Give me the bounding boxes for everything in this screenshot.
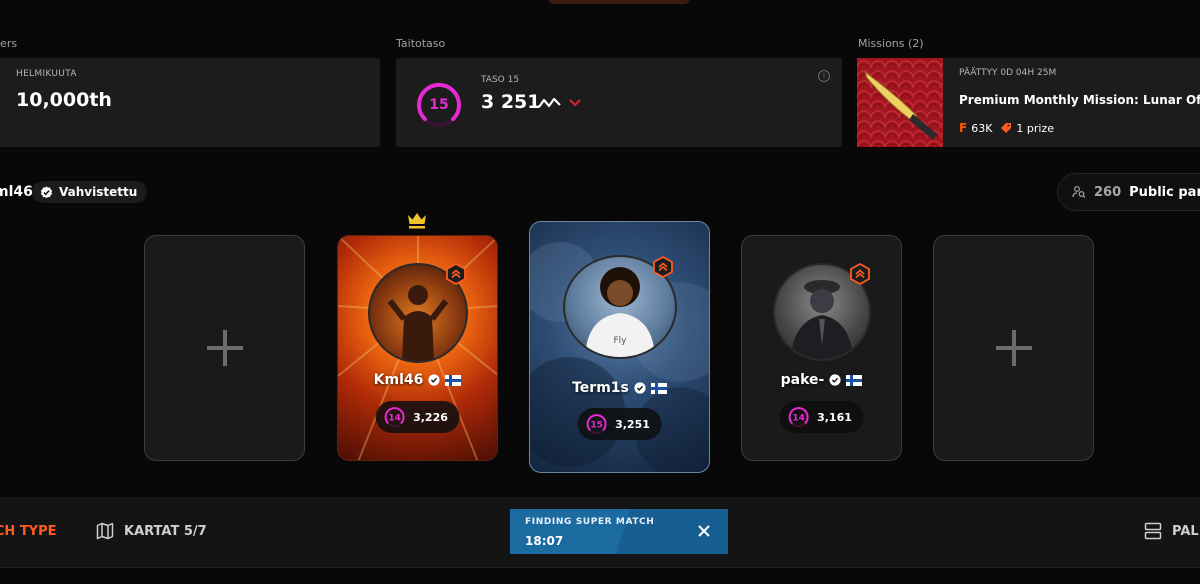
search-people-icon	[1072, 185, 1086, 198]
ladder-rank-card[interactable]: HELMIKUUTA 10,000th	[0, 58, 380, 147]
public-party-button[interactable]: 260 Public party	[1057, 173, 1200, 211]
finland-flag-icon	[846, 374, 863, 386]
player-level-3: 14	[792, 414, 805, 424]
plus-icon	[206, 330, 243, 366]
missions-section-label: Missions (2)	[858, 37, 924, 50]
player-skill-pill-1: 14 3,226	[375, 401, 460, 433]
player-name-row-1: Kml46	[338, 372, 497, 388]
player-card-2[interactable]: Fly Term1s 15 3,251	[529, 221, 710, 473]
ladders-section-label: lers	[0, 37, 18, 50]
tag-icon	[1001, 123, 1012, 133]
player-name-3[interactable]: pake-	[781, 372, 825, 388]
top-banner-pill	[548, 0, 690, 4]
level-ring-icon: 15	[586, 414, 607, 434]
rank-hex-icon	[446, 263, 466, 285]
level-ring-icon: 14	[384, 407, 405, 427]
player-elo-1: 3,226	[413, 410, 448, 424]
skill-level-card[interactable]: 15 TASO 15 3 251 i	[396, 58, 842, 147]
tab-server-label: PAL	[1172, 523, 1199, 539]
party-leader-name: ml46	[0, 184, 33, 200]
finding-match-label: FINDING SUPER MATCH	[525, 517, 655, 527]
tab-maps-label: KARTAT 5/7	[124, 523, 207, 539]
info-icon[interactable]: i	[818, 70, 830, 82]
rank-hex-icon	[850, 263, 870, 285]
mission-ends-label: PÄÄTTYY 0D 04H 25M	[959, 68, 1057, 78]
ladder-month-label: HELMIKUUTA	[16, 69, 77, 79]
verified-badge: Vahvistettu	[32, 181, 148, 203]
player-card-1[interactable]: Kml46 14 3,226	[337, 235, 498, 461]
server-icon	[1144, 522, 1162, 540]
verified-icon	[40, 185, 53, 198]
ladder-rank-value: 10,000th	[16, 89, 112, 111]
svg-text:Fly: Fly	[613, 336, 627, 346]
tab-match-type[interactable]: TCH TYPE	[0, 524, 57, 539]
verified-icon	[829, 374, 841, 386]
mission-card[interactable]: PÄÄTTYY 0D 04H 25M Premium Monthly Missi…	[857, 58, 1200, 147]
player-name-row-2: Term1s	[530, 380, 709, 396]
tab-server[interactable]: PAL	[1144, 522, 1199, 540]
player-elo-2: 3,251	[615, 417, 650, 431]
close-icon[interactable]	[696, 523, 712, 539]
finding-match-timer: 18:07	[525, 534, 564, 548]
verified-label: Vahvistettu	[59, 185, 138, 199]
map-icon	[96, 522, 114, 540]
skill-section-label: Taitotaso	[396, 37, 446, 50]
rank-hex-icon	[653, 256, 673, 278]
elo-value: 3 251	[481, 91, 541, 113]
finland-flag-icon	[650, 382, 667, 394]
player-skill-pill-3: 14 3,161	[779, 401, 864, 433]
player-level-1: 14	[388, 414, 401, 424]
plus-icon	[995, 330, 1032, 366]
faceit-points-icon: F	[959, 121, 968, 135]
mission-knife-thumbnail	[857, 58, 943, 147]
mission-rewards: F 63K 1 prize	[959, 121, 1054, 135]
invite-slot-right[interactable]	[933, 235, 1094, 461]
crown-icon	[408, 213, 426, 229]
verified-icon	[634, 382, 646, 394]
player-level-2: 15	[590, 421, 603, 431]
verified-icon	[428, 374, 440, 386]
player-name-row-3: pake-	[742, 372, 901, 388]
player-skill-pill-2: 15 3,251	[577, 408, 662, 440]
player-elo-3: 3,161	[817, 410, 852, 424]
public-party-count: 260	[1094, 184, 1122, 200]
skill-level-number: 15	[429, 97, 449, 113]
mission-title: Premium Monthly Mission: Lunar Offe	[959, 93, 1200, 107]
player-name-1[interactable]: Kml46	[374, 372, 424, 388]
mission-points: 63K	[971, 121, 993, 135]
player-card-3[interactable]: pake- 14 3,161	[741, 235, 902, 461]
finland-flag-icon	[445, 374, 462, 386]
player-name-2[interactable]: Term1s	[572, 380, 629, 396]
bottom-divider	[0, 567, 1200, 568]
level-ring-icon: 14	[788, 407, 809, 427]
finding-match-status: FINDING SUPER MATCH 18:07	[510, 509, 728, 554]
trend-icon	[538, 97, 561, 108]
skill-level-label: TASO 15	[481, 75, 520, 85]
mission-prize: 1 prize	[1016, 121, 1055, 135]
invite-slot-left[interactable]	[144, 235, 305, 461]
tab-maps[interactable]: KARTAT 5/7	[96, 522, 207, 540]
chevron-down-icon[interactable]	[569, 99, 581, 107]
public-party-label: Public party	[1129, 184, 1200, 200]
